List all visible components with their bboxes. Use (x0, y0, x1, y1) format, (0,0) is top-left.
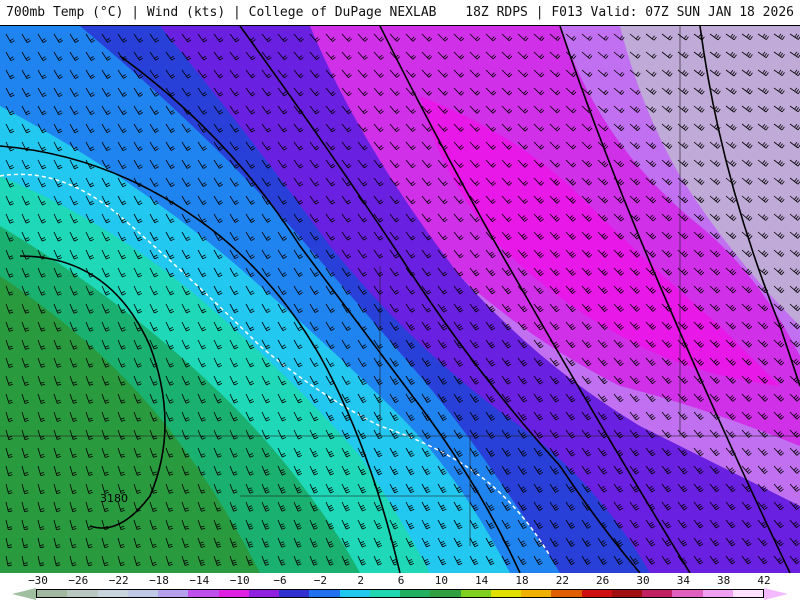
scale-color-cell (248, 590, 279, 597)
scale-color-cell (642, 590, 673, 597)
scale-color-cell (309, 590, 340, 597)
scale-color-cell (188, 590, 219, 597)
scale-color-cell (732, 590, 763, 597)
scale-tick-label: 30 (636, 574, 650, 587)
scale-tick-label: −26 (68, 574, 89, 587)
scale-tick-label: −2 (313, 574, 327, 587)
scale-tick-label: 42 (757, 574, 771, 587)
scale-tick-label: 34 (676, 574, 690, 587)
weather-map: 3180 (0, 26, 800, 573)
contour-label: 3180 (100, 492, 128, 505)
scale-tick-label: −6 (273, 574, 287, 587)
scale-color-cell (400, 590, 431, 597)
scale-tick-label: 18 (515, 574, 529, 587)
product-title: 700mb Temp (°C) | Wind (kts) | College o… (6, 5, 437, 20)
scale-color-cell (339, 590, 370, 597)
scale-color-cell (581, 590, 612, 597)
scale-color-cell (218, 590, 249, 597)
scale-tick-label: 14 (475, 574, 489, 587)
scale-color-cell (67, 590, 98, 597)
scale-color-cell (490, 590, 521, 597)
scale-color-cell (127, 590, 158, 597)
scale-color-cell (551, 590, 582, 597)
scale-color-cell (37, 590, 68, 597)
scale-tick-label: −18 (149, 574, 169, 587)
scale-tick-label: 22 (555, 574, 569, 587)
scale-high-arrow (764, 588, 788, 600)
scale-tick-label: −30 (28, 574, 48, 587)
scale-tick-label: 38 (717, 574, 731, 587)
scale-bar (36, 589, 764, 598)
scale-color-cell (279, 590, 310, 597)
scale-tick-label: −22 (108, 574, 129, 587)
scale-color-cell (460, 590, 491, 597)
scale-tick-label: −14 (189, 574, 210, 587)
scale-color-cell (672, 590, 703, 597)
scale-tick-label: 26 (596, 574, 610, 587)
scale-tick-label: 10 (434, 574, 448, 587)
scale-low-arrow (12, 588, 36, 600)
scale-color-cell (702, 590, 733, 597)
scale-color-cell (97, 590, 128, 597)
scale-tick-label: 6 (397, 574, 405, 587)
scale-color-cell (158, 590, 189, 597)
scale-color-cell (369, 590, 400, 597)
scale-color-cell (521, 590, 552, 597)
color-scale: −30 −26 −22 −18 −14 −10 −6 −2 2 6 10 14 18 22 26 30 34 38… (0, 573, 800, 600)
title-bar: 700mb Temp (°C) | Wind (kts) | College o… (0, 0, 800, 26)
scale-color-cell (611, 590, 642, 597)
scale-tick-label: 2 (357, 574, 364, 587)
scale-color-cell (430, 590, 461, 597)
scale-tick-label: −10 (229, 574, 250, 587)
model-run-info: 18Z RDPS | F013 Valid: 07Z SUN JAN 18 20… (465, 5, 794, 20)
